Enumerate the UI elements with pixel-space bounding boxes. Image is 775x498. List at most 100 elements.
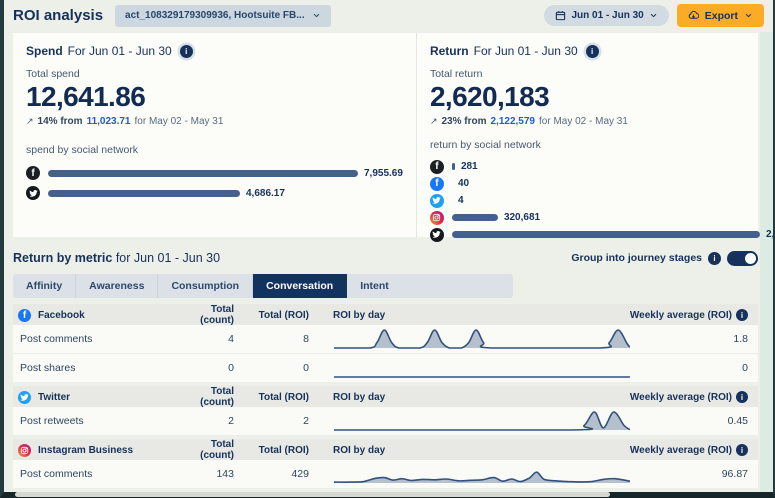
metric-weekly-average: 0 bbox=[619, 362, 748, 374]
bar-value: 2,299,177 bbox=[766, 229, 775, 240]
bar bbox=[452, 163, 455, 170]
account-selector[interactable]: act_108329179309936, Hootsuite FB... bbox=[115, 5, 331, 27]
col-weekly-average: Weekly average (ROI) bbox=[630, 445, 732, 456]
spend-previous-value-link[interactable]: 11,023.71 bbox=[87, 116, 131, 127]
section-title: Return by metric bbox=[13, 251, 112, 265]
info-icon[interactable]: i bbox=[736, 309, 748, 321]
table-row: Post comments 143 429 96.87 bbox=[13, 460, 758, 489]
metric-roi: 429 bbox=[234, 468, 309, 480]
return-trend: ↗ 23% from 2,122,579 for May 02 - May 31 bbox=[430, 116, 775, 127]
metric-weekly-average: 1.8 bbox=[619, 333, 748, 345]
return-bar-twitter: 4 bbox=[430, 192, 775, 209]
facebook-icon bbox=[26, 166, 40, 180]
facebook-icon bbox=[430, 177, 444, 191]
account-selector-label: act_108329179309936, Hootsuite FB... bbox=[125, 10, 305, 21]
instagram-icon bbox=[430, 211, 444, 225]
bar-value: 320,681 bbox=[504, 212, 540, 223]
bar bbox=[48, 170, 358, 177]
return-previous-value-link[interactable]: 2,122,579 bbox=[491, 116, 536, 127]
tab-conversation[interactable]: Conversation bbox=[253, 274, 347, 298]
col-roi-by-day: ROI by day bbox=[309, 445, 619, 456]
return-trend-change: 23% from bbox=[441, 116, 486, 127]
spend-bar-facebook: 7,955.69 bbox=[26, 163, 403, 183]
roi-by-day-sparkline bbox=[334, 462, 630, 486]
col-total-count: Total (count) bbox=[179, 304, 234, 326]
col-total-count: Total (count) bbox=[179, 439, 234, 461]
spend-trend-change: 14% from bbox=[38, 116, 83, 127]
tab-affinity[interactable]: Affinity bbox=[13, 274, 76, 298]
date-range-button[interactable]: Jun 01 - Jun 30 bbox=[544, 5, 668, 26]
group-header-instagram: Instagram Business Total (count) Total (… bbox=[13, 439, 758, 460]
section-period: for Jun 01 - Jun 30 bbox=[116, 251, 220, 265]
horizontal-scrollbar[interactable] bbox=[15, 492, 610, 497]
roi-by-day-sparkline bbox=[334, 327, 630, 351]
tab-intent[interactable]: Intent bbox=[347, 274, 402, 298]
return-period: For Jun 01 - Jun 30 bbox=[474, 44, 578, 58]
bar-value: 4 bbox=[458, 195, 464, 206]
chevron-down-icon bbox=[649, 11, 658, 20]
return-by-metric-header: Return by metric for Jun 01 - Jun 30 Gro… bbox=[13, 249, 758, 267]
journey-stage-tabs: Affinity Awareness Consumption Conversat… bbox=[13, 274, 513, 298]
col-total-count: Total (count) bbox=[179, 386, 234, 408]
info-icon[interactable]: i bbox=[708, 252, 721, 265]
total-spend-label: Total spend bbox=[26, 68, 403, 80]
metric-count: 4 bbox=[179, 333, 234, 345]
col-roi-by-day: ROI by day bbox=[309, 310, 619, 321]
info-icon[interactable]: i bbox=[180, 45, 193, 58]
info-icon[interactable]: i bbox=[736, 444, 748, 456]
roi-by-day-sparkline bbox=[334, 409, 630, 433]
tab-awareness[interactable]: Awareness bbox=[76, 274, 158, 298]
tab-consumption[interactable]: Consumption bbox=[158, 274, 253, 298]
group-name: Facebook bbox=[38, 310, 85, 321]
info-icon[interactable]: i bbox=[586, 45, 599, 58]
total-spend-value: 12,641.86 bbox=[26, 81, 403, 113]
journey-stages-label: Group into journey stages bbox=[571, 252, 702, 264]
col-total-roi: Total (ROI) bbox=[234, 392, 309, 403]
facebook-icon bbox=[430, 160, 444, 174]
return-title: Return bbox=[430, 44, 469, 58]
trend-up-icon: ↗ bbox=[26, 116, 34, 127]
export-button[interactable]: Export bbox=[677, 4, 764, 27]
metric-weekly-average: 0.45 bbox=[619, 415, 748, 427]
bar-value: 7,955.69 bbox=[364, 168, 403, 179]
group-name: Twitter bbox=[38, 392, 70, 403]
toggle-knob bbox=[745, 253, 756, 264]
return-bar-facebook-page: 281 bbox=[430, 158, 775, 175]
spend-trend-period: for May 02 - May 31 bbox=[135, 116, 224, 127]
bar-value: 4,686.17 bbox=[246, 188, 285, 199]
info-icon[interactable]: i bbox=[736, 391, 748, 403]
export-label: Export bbox=[705, 10, 738, 22]
metric-roi: 2 bbox=[234, 415, 309, 427]
metrics-table: Facebook Total (count) Total (ROI) ROI b… bbox=[13, 304, 758, 497]
bar bbox=[452, 231, 760, 238]
group-header-twitter: Twitter Total (count) Total (ROI) ROI by… bbox=[13, 386, 758, 407]
spend-bar-twitter: 4,686.17 bbox=[26, 183, 403, 203]
group-name: Instagram Business bbox=[38, 445, 133, 456]
total-return-value: 2,620,183 bbox=[430, 81, 775, 113]
twitter-icon bbox=[18, 391, 31, 404]
download-cloud-icon bbox=[688, 10, 699, 21]
chevron-down-icon bbox=[744, 11, 753, 20]
twitter-icon bbox=[430, 228, 444, 242]
metric-name: Post comments bbox=[18, 468, 179, 480]
date-range-label: Jun 01 - Jun 30 bbox=[571, 10, 643, 21]
return-panel: Return For Jun 01 - Jun 30 i Total retur… bbox=[416, 33, 775, 237]
return-by-network-label: return by social network bbox=[430, 139, 775, 151]
summary-cards: Spend For Jun 01 - Jun 30 i Total spend … bbox=[13, 33, 758, 237]
bar-value: 281 bbox=[461, 161, 478, 172]
col-total-roi: Total (ROI) bbox=[234, 310, 309, 321]
table-row: Post retweets 2 2 0.45 bbox=[13, 407, 758, 436]
journey-stages-toggle[interactable] bbox=[727, 251, 758, 266]
topbar: ROI analysis act_108329179309936, Hootsu… bbox=[4, 0, 773, 31]
col-weekly-average: Weekly average (ROI) bbox=[630, 310, 732, 321]
metric-count: 143 bbox=[179, 468, 234, 480]
facebook-icon bbox=[18, 309, 31, 322]
col-weekly-average: Weekly average (ROI) bbox=[630, 392, 732, 403]
spend-title: Spend bbox=[26, 44, 63, 58]
return-bar-facebook: 40 bbox=[430, 175, 775, 192]
metric-count: 2 bbox=[179, 415, 234, 427]
col-roi-by-day: ROI by day bbox=[309, 392, 619, 403]
spend-panel-title: Spend For Jun 01 - Jun 30 i bbox=[26, 44, 403, 58]
spend-period: For Jun 01 - Jun 30 bbox=[68, 44, 172, 58]
twitter-icon bbox=[26, 186, 40, 200]
